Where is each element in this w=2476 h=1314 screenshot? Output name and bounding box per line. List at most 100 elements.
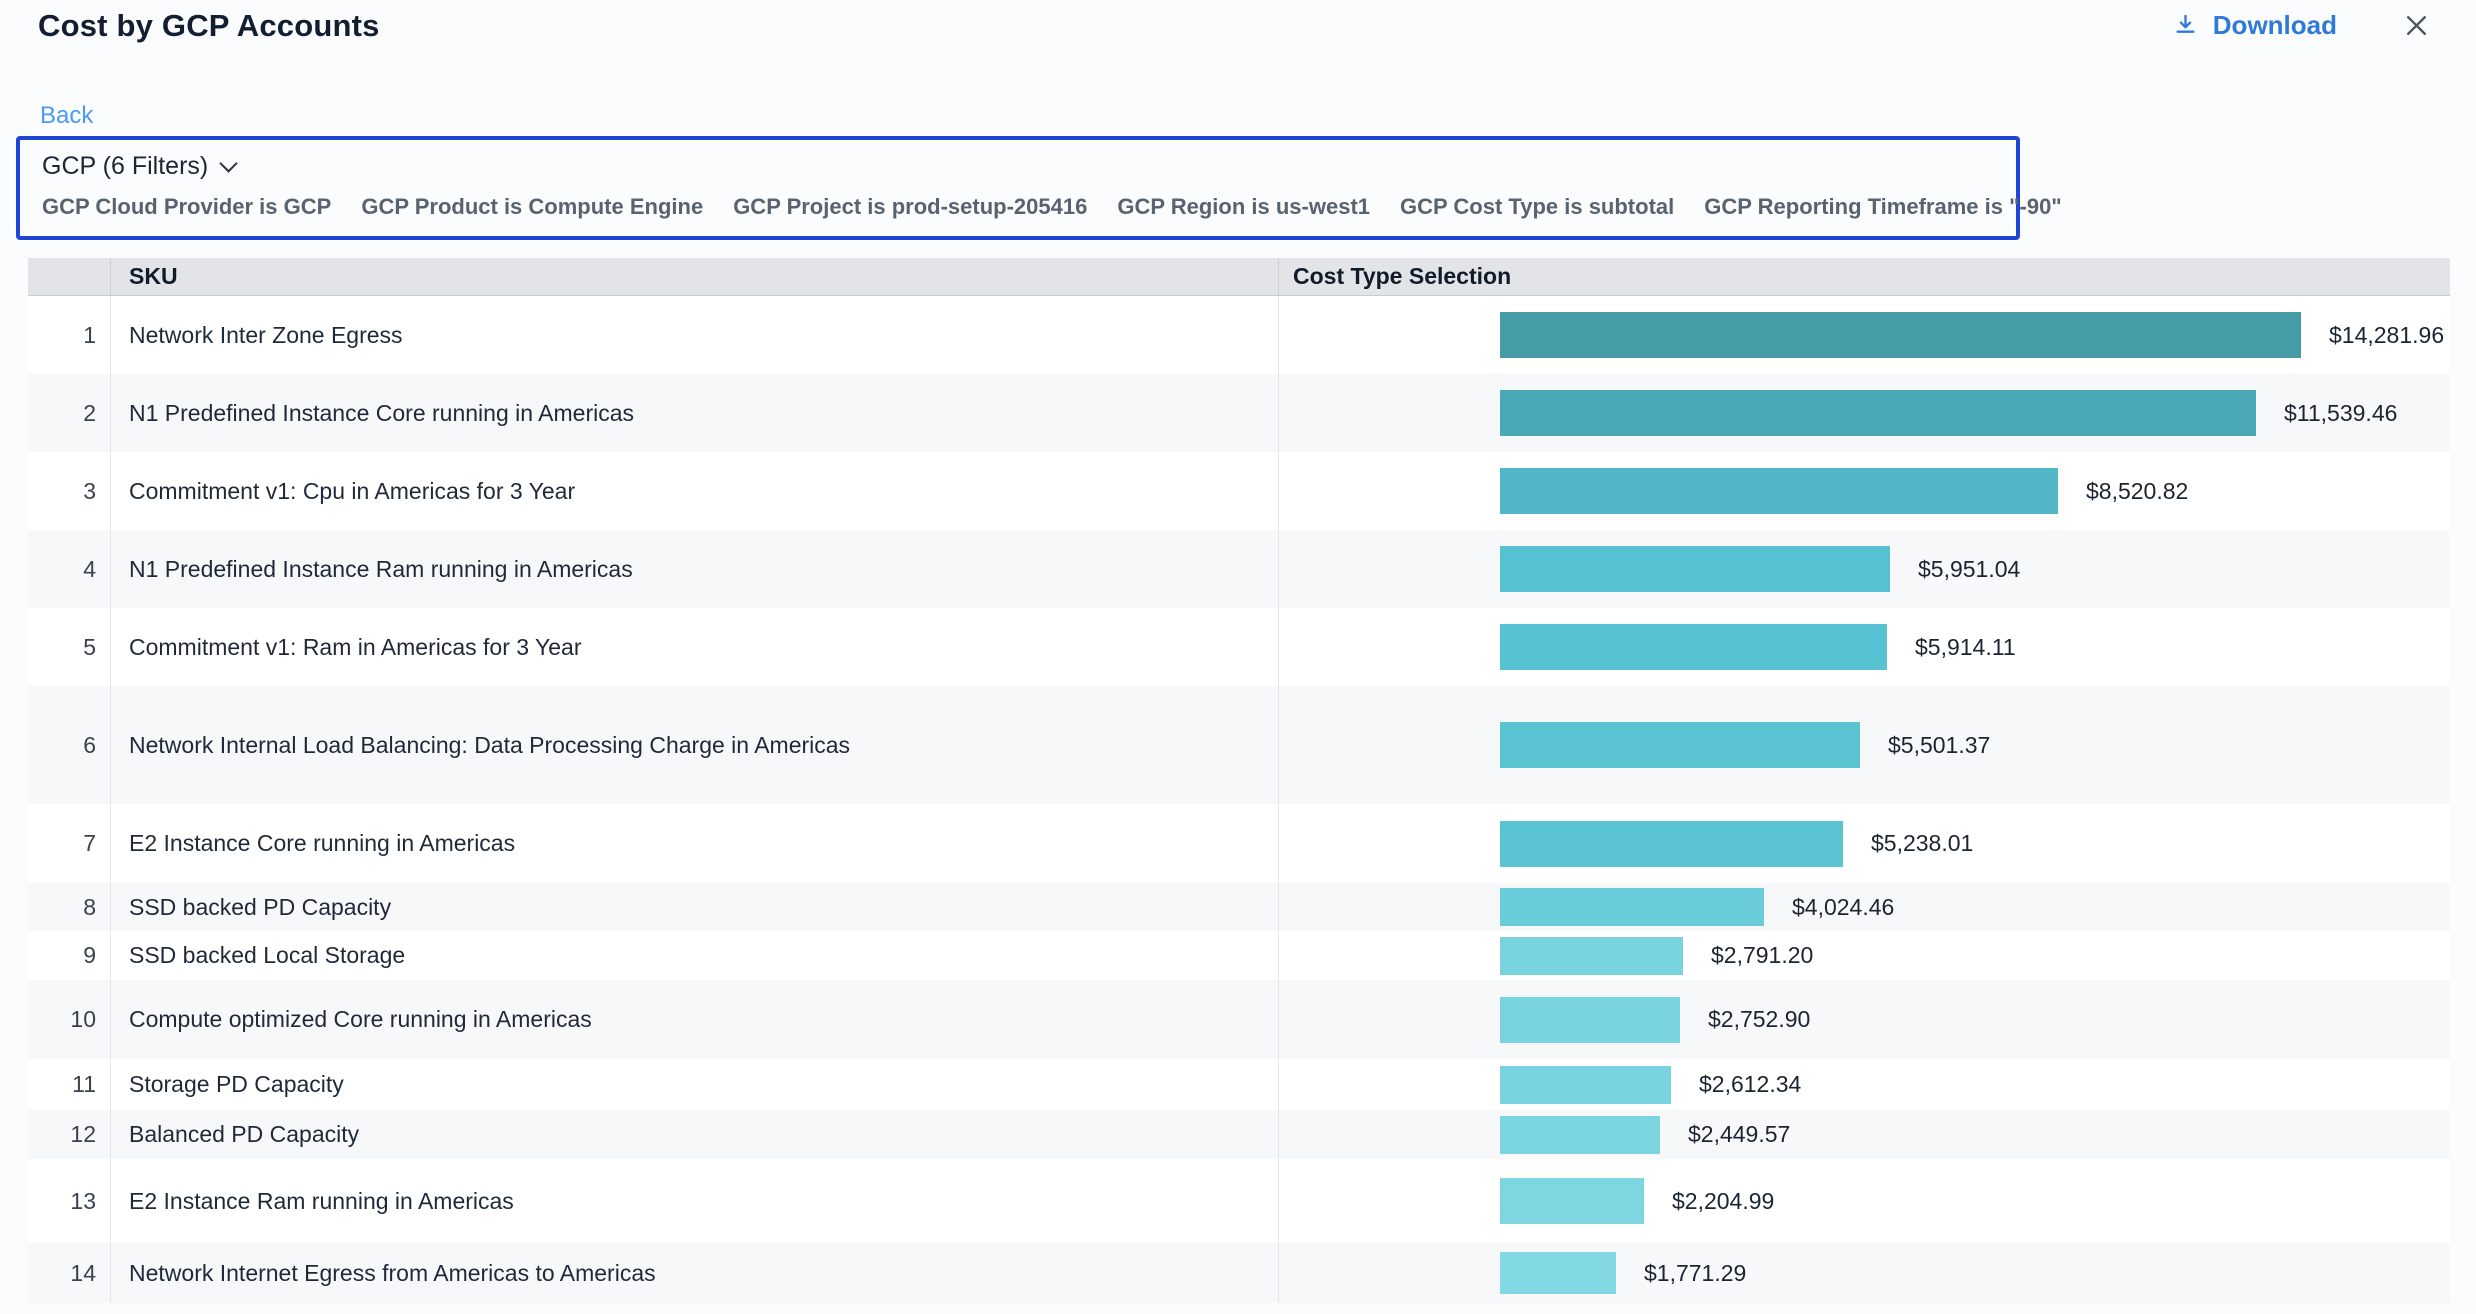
cost-cell: $2,204.99 (1278, 1159, 2450, 1243)
table-row[interactable]: 13 E2 Instance Ram running in Americas $… (28, 1159, 2450, 1243)
cost-bar (1500, 312, 2301, 358)
table-header: SKU Cost Type Selection (28, 258, 2450, 296)
cost-cell: $5,238.01 (1278, 804, 2450, 883)
sku-cell: Network Internal Load Balancing: Data Pr… (110, 686, 1278, 804)
sku-cell: E2 Instance Ram running in Americas (110, 1159, 1278, 1243)
filter-chip-region: GCP Region is us-west1 (1117, 194, 1370, 220)
back-link[interactable]: Back (40, 102, 93, 130)
header-cost-type-selection: Cost Type Selection (1278, 258, 2450, 295)
cost-bar (1500, 1178, 1644, 1224)
cost-cell: $2,612.34 (1278, 1059, 2450, 1110)
sku-cell: Compute optimized Core running in Americ… (110, 980, 1278, 1059)
table-row[interactable]: 12 Balanced PD Capacity $2,449.57 (28, 1110, 2450, 1159)
cost-value: $11,539.46 (2284, 400, 2397, 427)
cost-value: $5,501.37 (1888, 732, 1990, 759)
table-body: 1 Network Inter Zone Egress $14,281.96 2… (28, 296, 2450, 1303)
row-number: 4 (28, 530, 110, 608)
sku-cell: Storage PD Capacity (110, 1059, 1278, 1110)
table-row[interactable]: 4 N1 Predefined Instance Ram running in … (28, 530, 2450, 608)
cost-cell: $5,951.04 (1278, 530, 2450, 608)
table-row[interactable]: 2 N1 Predefined Instance Core running in… (28, 374, 2450, 452)
cost-value: $2,204.99 (1672, 1188, 1774, 1215)
cost-bar (1500, 888, 1764, 926)
close-button[interactable] (2401, 10, 2432, 41)
download-icon (2172, 12, 2199, 39)
row-number: 10 (28, 980, 110, 1059)
filter-summary-label: GCP (6 Filters) (42, 152, 208, 181)
row-number: 11 (28, 1059, 110, 1110)
page-title: Cost by GCP Accounts (38, 8, 380, 44)
table-row[interactable]: 9 SSD backed Local Storage $2,791.20 (28, 931, 2450, 980)
cost-value: $2,612.34 (1699, 1071, 1801, 1098)
cost-value: $8,520.82 (2086, 478, 2188, 505)
chevron-down-icon (220, 154, 238, 172)
sku-cell: Network Internet Egress from Americas to… (110, 1243, 1278, 1303)
cost-value: $2,752.90 (1708, 1006, 1810, 1033)
cost-bar (1500, 1066, 1671, 1104)
cost-value: $2,449.57 (1688, 1121, 1790, 1148)
row-number: 9 (28, 931, 110, 980)
download-label: Download (2213, 10, 2337, 41)
cost-table: SKU Cost Type Selection 1 Network Inter … (28, 258, 2450, 1303)
row-number: 14 (28, 1243, 110, 1303)
cost-cell: $11,539.46 (1278, 374, 2450, 452)
close-icon (2401, 10, 2432, 41)
sku-cell: SSD backed Local Storage (110, 931, 1278, 980)
row-number: 8 (28, 883, 110, 931)
row-number: 7 (28, 804, 110, 883)
cost-bar (1500, 821, 1843, 867)
filter-panel: GCP (6 Filters) GCP Cloud Provider is GC… (16, 136, 2020, 240)
filter-chip-list: GCP Cloud Provider is GCP GCP Product is… (42, 194, 1994, 220)
sku-cell: E2 Instance Core running in Americas (110, 804, 1278, 883)
table-row[interactable]: 8 SSD backed PD Capacity $4,024.46 (28, 883, 2450, 931)
header-sku: SKU (110, 258, 1278, 295)
row-number: 5 (28, 608, 110, 686)
table-row[interactable]: 6 Network Internal Load Balancing: Data … (28, 686, 2450, 804)
sku-cell: Network Inter Zone Egress (110, 296, 1278, 374)
cost-value: $2,791.20 (1711, 942, 1813, 969)
cost-value: $5,951.04 (1918, 556, 2020, 583)
cost-cell: $2,752.90 (1278, 980, 2450, 1059)
table-row[interactable]: 3 Commitment v1: Cpu in Americas for 3 Y… (28, 452, 2450, 530)
cost-value: $5,914.11 (1915, 634, 2016, 661)
sku-cell: Commitment v1: Ram in Americas for 3 Yea… (110, 608, 1278, 686)
cost-bar (1500, 722, 1860, 768)
filter-chip-cloud-provider: GCP Cloud Provider is GCP (42, 194, 331, 220)
sku-cell: Commitment v1: Cpu in Americas for 3 Yea… (110, 452, 1278, 530)
sku-cell: SSD backed PD Capacity (110, 883, 1278, 931)
filter-chip-product: GCP Product is Compute Engine (361, 194, 703, 220)
cost-bar (1500, 624, 1887, 670)
sku-cell: N1 Predefined Instance Core running in A… (110, 374, 1278, 452)
filter-chip-cost-type: GCP Cost Type is subtotal (1400, 194, 1674, 220)
cost-bar (1500, 390, 2256, 436)
cost-cell: $8,520.82 (1278, 452, 2450, 530)
header-row-number-spacer (28, 258, 110, 295)
cost-cell: $5,914.11 (1278, 608, 2450, 686)
header-sku-label: SKU (129, 263, 178, 290)
table-row[interactable]: 11 Storage PD Capacity $2,612.34 (28, 1059, 2450, 1110)
table-row[interactable]: 7 E2 Instance Core running in Americas $… (28, 804, 2450, 883)
cost-cell: $2,449.57 (1278, 1110, 2450, 1159)
cost-bar (1500, 468, 2058, 514)
filter-chip-project: GCP Project is prod-setup-205416 (733, 194, 1087, 220)
cost-bar (1500, 1252, 1616, 1294)
table-row[interactable]: 14 Network Internet Egress from Americas… (28, 1243, 2450, 1303)
sku-cell: Balanced PD Capacity (110, 1110, 1278, 1159)
row-number: 1 (28, 296, 110, 374)
download-button[interactable]: Download (2172, 10, 2337, 41)
table-row[interactable]: 1 Network Inter Zone Egress $14,281.96 (28, 296, 2450, 374)
cost-bar (1500, 546, 1890, 592)
cost-cell: $14,281.96 (1278, 296, 2450, 374)
row-number: 12 (28, 1110, 110, 1159)
header-cost-label: Cost Type Selection (1293, 263, 1511, 290)
row-number: 3 (28, 452, 110, 530)
row-number: 13 (28, 1159, 110, 1243)
cost-value: $1,771.29 (1644, 1260, 1746, 1287)
cost-cell: $1,771.29 (1278, 1243, 2450, 1303)
filter-summary-toggle[interactable]: GCP (6 Filters) (42, 152, 235, 181)
cost-bar (1500, 1116, 1660, 1154)
row-number: 2 (28, 374, 110, 452)
table-row[interactable]: 10 Compute optimized Core running in Ame… (28, 980, 2450, 1059)
table-row[interactable]: 5 Commitment v1: Ram in Americas for 3 Y… (28, 608, 2450, 686)
cost-cell: $4,024.46 (1278, 883, 2450, 931)
